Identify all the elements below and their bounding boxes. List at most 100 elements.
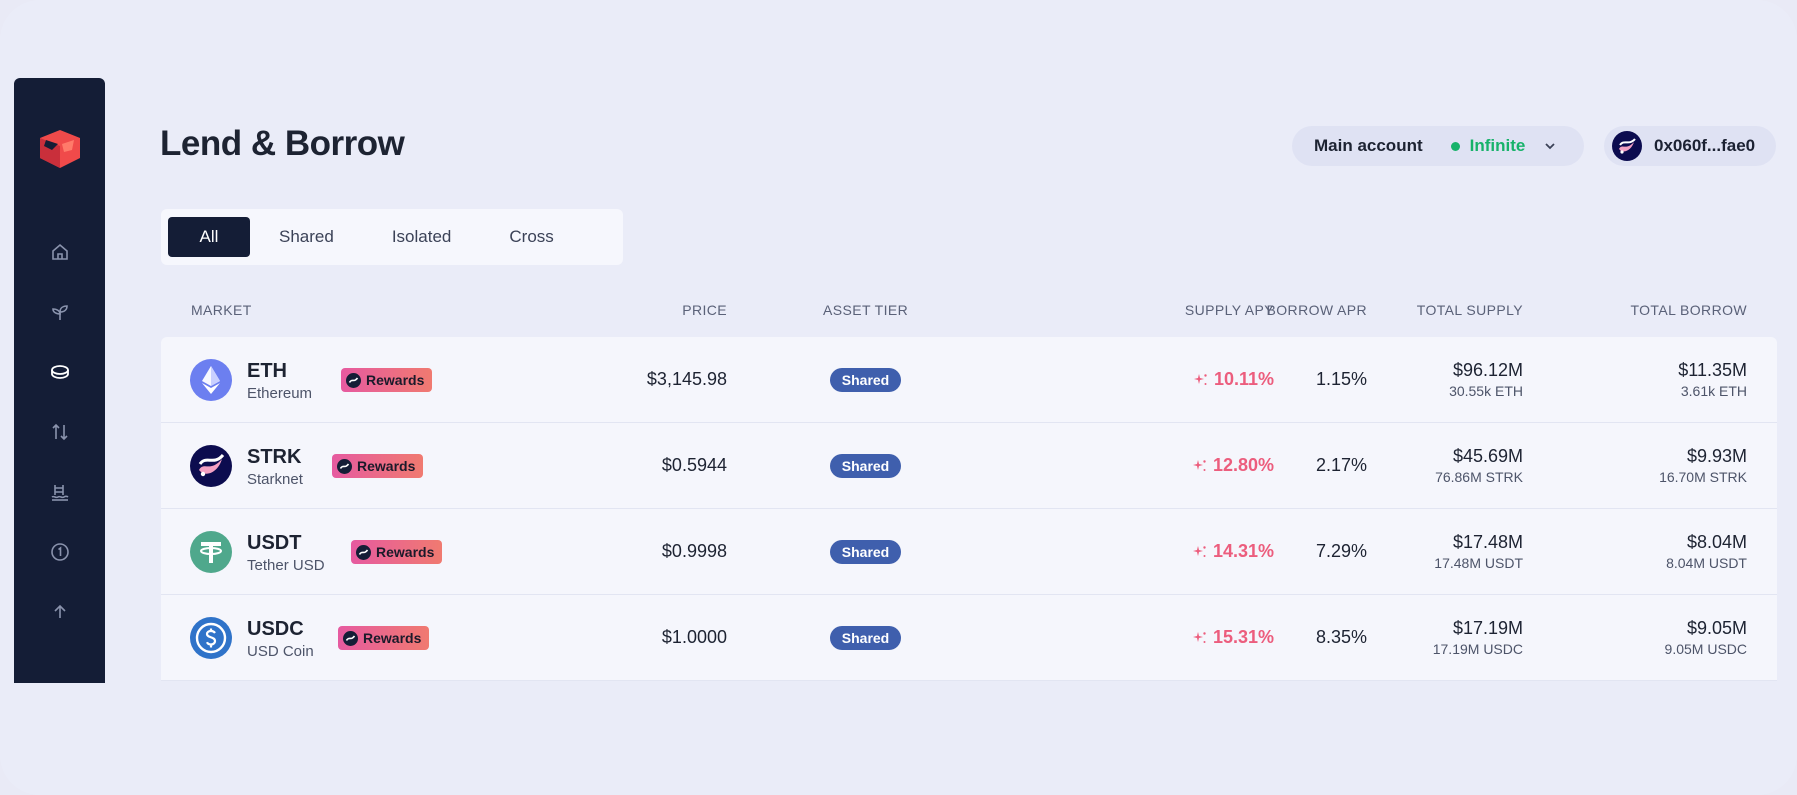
starknet-rewards-icon [343, 630, 358, 646]
total-borrow-usd: $11.35M [1678, 360, 1747, 380]
borrow-apr: 1.15% [1315, 369, 1367, 389]
total-borrow-units: 3.61k ETH [1680, 383, 1747, 399]
tab-cross[interactable]: Cross [480, 217, 582, 257]
table-row[interactable]: ETH Ethereum Rewards $3,145.98 Shared 10… [161, 337, 1777, 423]
total-borrow-usd: $8.04M [1686, 532, 1747, 552]
asset-price: $0.9998 [661, 541, 727, 561]
rewards-badge[interactable]: Rewards [351, 540, 443, 564]
header-borrow-apr[interactable]: BORROW APR [1267, 302, 1367, 318]
total-borrow-units: 8.04M USDT [1666, 555, 1747, 571]
sidebar-item-upload[interactable] [36, 582, 84, 642]
total-supply: $17.48M 17.48M USDT [1434, 532, 1523, 571]
header-supply-apy[interactable]: SUPPLY APY [1185, 302, 1274, 318]
sprout-icon [51, 305, 68, 320]
total-supply-usd: $45.69M [1452, 446, 1523, 466]
header-market[interactable]: MARKET [191, 302, 252, 318]
home-icon [51, 243, 68, 260]
supply-apy: 10.11% [1193, 369, 1274, 390]
total-supply-usd: $17.19M [1452, 618, 1523, 638]
rewards-badge[interactable]: Rewards [338, 626, 430, 650]
total-supply-usd: $96.12M [1452, 360, 1523, 380]
ethereum-icon [190, 359, 232, 401]
header-total-borrow[interactable]: TOTAL BORROW [1630, 302, 1747, 318]
app-frame: Lend & Borrow Main account Infinite 0x06… [0, 0, 1797, 795]
market-table: ETH Ethereum Rewards $3,145.98 Shared 10… [161, 337, 1777, 681]
wallet-button[interactable]: 0x060f...fae0 [1604, 126, 1776, 166]
sparkle-icon [1193, 373, 1207, 385]
account-label: Main account [1314, 136, 1423, 155]
tier-badge: Shared [830, 626, 901, 650]
total-borrow: $11.35M 3.61k ETH [1678, 360, 1747, 399]
asset-name: USD Coin [247, 643, 314, 660]
total-supply-units: 76.86M STRK [1435, 469, 1523, 485]
header-price[interactable]: PRICE [682, 302, 727, 318]
sidebar-item-pools[interactable] [36, 462, 84, 522]
asset-name: Tether USD [247, 557, 325, 574]
borrow-apr: 7.29% [1315, 541, 1367, 561]
pool-icon [51, 485, 68, 501]
borrow-apr: 2.17% [1315, 455, 1367, 475]
sidebar-item-earn[interactable] [36, 282, 84, 342]
supply-apy-value: 10.11% [1213, 369, 1274, 389]
total-borrow-usd: $9.93M [1686, 446, 1747, 466]
account-selector[interactable]: Main account Infinite [1292, 126, 1584, 166]
rewards-label: Rewards [363, 630, 422, 646]
sparkle-icon [1192, 631, 1206, 643]
sidebar-item-lend[interactable] [36, 342, 84, 402]
header-total-supply[interactable]: TOTAL SUPPLY [1417, 302, 1523, 318]
sidebar-item-points[interactable] [36, 522, 84, 582]
header-asset-tier[interactable]: ASSET TIER [823, 302, 908, 318]
total-borrow-units: 9.05M USDC [1664, 641, 1747, 657]
starknet-rewards-icon [356, 544, 371, 560]
borrow-apr: 8.35% [1315, 627, 1367, 647]
total-supply-units: 30.55k ETH [1449, 383, 1523, 399]
starknet-icon [190, 445, 232, 487]
sidebar-item-swap[interactable] [36, 402, 84, 462]
asset-name: Ethereum [247, 385, 313, 402]
total-borrow-usd: $9.05M [1686, 618, 1747, 638]
supply-apy: 15.31% [1192, 627, 1274, 648]
sparkle-icon [1192, 459, 1206, 471]
tab-shared[interactable]: Shared [250, 217, 363, 257]
total-borrow: $8.04M 8.04M USDT [1666, 532, 1747, 571]
supply-apy-value: 14.31% [1212, 541, 1274, 561]
asset-symbol: USDC [247, 618, 304, 640]
wallet-address: 0x060f...fae0 [1654, 136, 1756, 155]
tier-badge: Shared [830, 454, 901, 478]
total-borrow: $9.05M 9.05M USDC [1665, 618, 1747, 657]
rewards-badge[interactable]: Rewards [341, 368, 433, 392]
status-dot-icon [1450, 141, 1460, 151]
coin-one-icon [50, 543, 69, 561]
chevron-down-icon [1545, 143, 1555, 150]
table-header: MARKET PRICE ASSET TIER SUPPLY APY BORRO… [161, 302, 1777, 324]
total-supply-units: 17.48M USDT [1434, 555, 1523, 571]
table-row[interactable]: USDC USD Coin Rewards $1.0000 Shared 15.… [161, 595, 1777, 681]
table-row[interactable]: USDT Tether USD Rewards $0.9998 Shared 1… [161, 509, 1777, 595]
usdc-icon [190, 617, 232, 659]
brand-logo-icon[interactable] [38, 128, 82, 170]
tab-all[interactable]: All [168, 217, 250, 257]
tier-badge: Shared [830, 368, 901, 392]
sparkle-icon [1192, 545, 1206, 557]
rewards-label: Rewards [366, 372, 425, 388]
rewards-badge[interactable]: Rewards [332, 454, 424, 478]
market-filter-tabs: All Shared Isolated Cross [161, 209, 623, 265]
asset-symbol: STRK [247, 446, 302, 468]
total-supply: $96.12M 30.55k ETH [1449, 360, 1523, 399]
swap-arrows-icon [51, 423, 68, 441]
arrow-up-icon [53, 604, 66, 618]
asset-name: Starknet [247, 471, 303, 488]
sidebar-nav [36, 222, 84, 642]
supply-apy-value: 12.80% [1212, 455, 1274, 475]
rewards-label: Rewards [376, 544, 435, 560]
tab-isolated[interactable]: Isolated [363, 217, 481, 257]
supply-apy-value: 15.31% [1212, 627, 1274, 647]
table-row[interactable]: STRK Starknet Rewards $0.5944 Shared 12.… [161, 423, 1777, 509]
page-title: Lend & Borrow [160, 124, 405, 163]
supply-apy: 14.31% [1192, 541, 1274, 562]
asset-symbol: USDT [247, 532, 302, 554]
asset-price: $1.0000 [661, 627, 727, 647]
tier-badge: Shared [830, 540, 901, 564]
sidebar-item-home[interactable] [36, 222, 84, 282]
total-borrow: $9.93M 16.70M STRK [1659, 446, 1747, 485]
